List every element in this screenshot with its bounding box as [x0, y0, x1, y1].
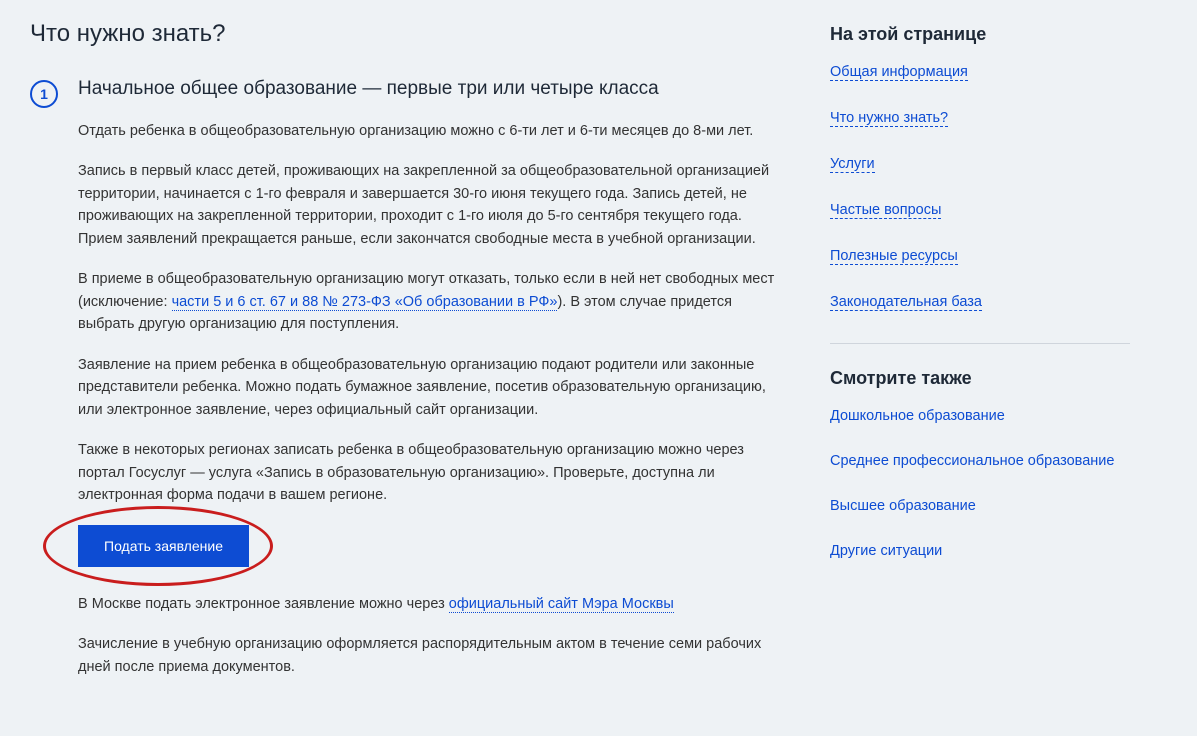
section-heading: Начальное общее образование — первые три… [78, 78, 790, 100]
sidebar-divider [830, 343, 1130, 344]
sidebar-nav-heading: На этой странице [830, 24, 1130, 45]
main-content: Что нужно знать? 1 Начальное общее образ… [30, 20, 830, 716]
law-link[interactable]: части 5 и 6 ст. 67 и 88 № 273-ФЗ «Об обр… [172, 294, 558, 311]
paragraph-7: Зачисление в учебную организацию оформля… [78, 633, 790, 678]
paragraph-2: Запись в первый класс детей, проживающих… [78, 160, 790, 250]
paragraph-4: Заявление на прием ребенка в общеобразов… [78, 354, 790, 421]
sidebar-nav-link-what-to-know[interactable]: Что нужно знать? [830, 110, 948, 127]
paragraph-6-before: В Москве подать электронное заявление мо… [78, 596, 449, 612]
sidebar-seealso-link-higher[interactable]: Высшее образование [830, 498, 976, 514]
sidebar-nav-link-faq[interactable]: Частые вопросы [830, 202, 941, 219]
numbered-section: 1 Начальное общее образование — первые т… [30, 78, 790, 696]
paragraph-6: В Москве подать электронное заявление мо… [78, 593, 790, 615]
step-number-badge: 1 [30, 80, 58, 108]
submit-button-wrapper: Подать заявление [78, 525, 249, 567]
submit-application-button[interactable]: Подать заявление [78, 525, 249, 567]
paragraph-3: В приеме в общеобразовательную организац… [78, 268, 790, 335]
paragraph-1: Отдать ребенка в общеобразовательную орг… [78, 120, 790, 142]
paragraph-5: Также в некоторых регионах записать ребе… [78, 439, 790, 506]
moscow-mayor-link[interactable]: официальный сайт Мэра Москвы [449, 596, 674, 613]
sidebar-nav-link-legislation[interactable]: Законодательная база [830, 294, 982, 311]
section-body: Начальное общее образование — первые три… [78, 78, 790, 696]
sidebar-seealso-link-vocational[interactable]: Среднее профессиональное образование [830, 453, 1114, 469]
sidebar: На этой странице Общая информация Что ну… [830, 20, 1130, 716]
sidebar-seealso-link-other[interactable]: Другие ситуации [830, 543, 942, 559]
sidebar-seealso-link-preschool[interactable]: Дошкольное образование [830, 408, 1005, 424]
sidebar-nav-link-services[interactable]: Услуги [830, 156, 875, 173]
sidebar-seealso-heading: Смотрите также [830, 368, 1130, 389]
page-title: Что нужно знать? [30, 20, 790, 48]
sidebar-nav-link-general-info[interactable]: Общая информация [830, 64, 968, 81]
sidebar-nav-link-resources[interactable]: Полезные ресурсы [830, 248, 958, 265]
